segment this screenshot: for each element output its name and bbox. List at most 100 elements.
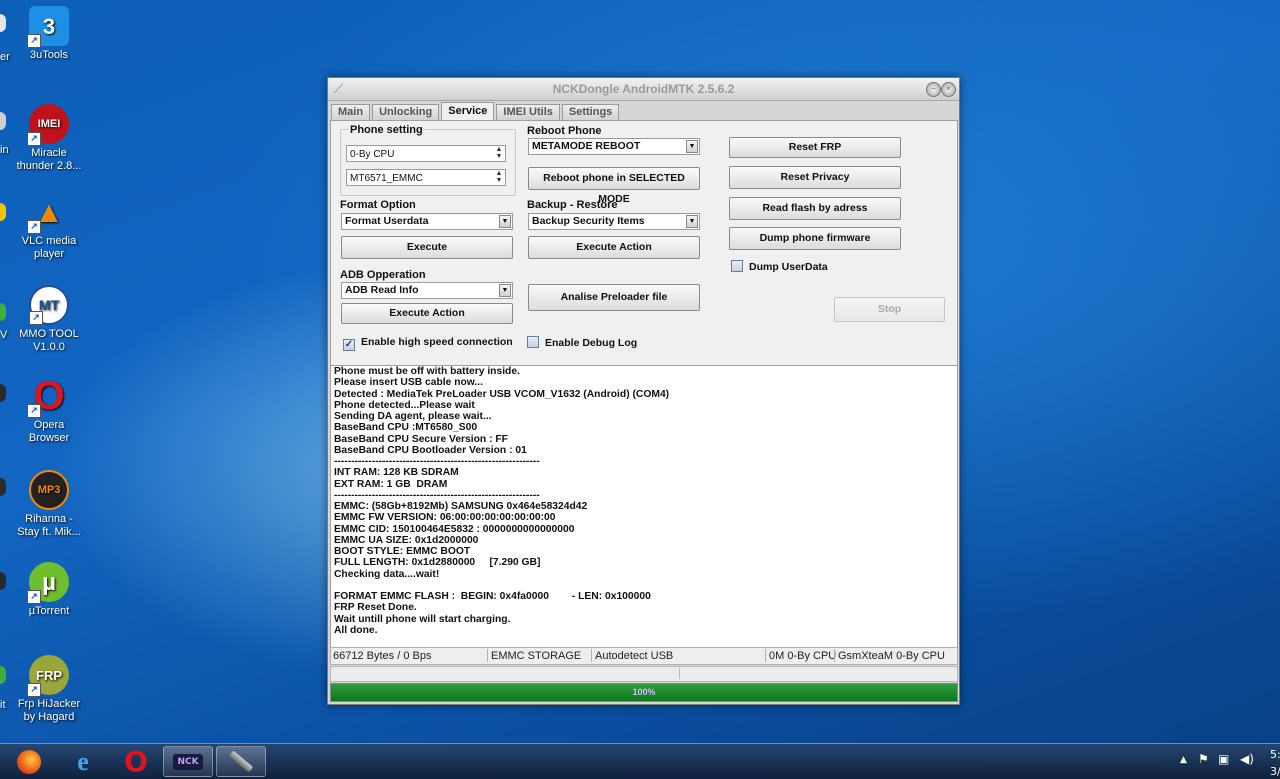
reset-frp-button[interactable]: Reset FRP (729, 137, 901, 158)
desktop-icon-label: µTorrent (28, 605, 70, 617)
desktop-icon-miracle[interactable]: IMEI ↗ Miracle thunder 2.8... (16, 104, 82, 173)
reboot-mode-value: METAMODE REBOOT (532, 140, 641, 152)
adb-operation-select[interactable]: ADB Read Info ▼ (341, 282, 513, 299)
partial-icon (0, 478, 6, 496)
taskbar-opera[interactable]: O (111, 745, 161, 778)
log-line: FULL LENGTH: 0x1d2880000 [7.290 GB] (334, 557, 541, 569)
checkbox-checked-icon[interactable]: ✓ (343, 339, 355, 351)
log-line: Sending DA agent, please wait... (334, 411, 492, 422)
checkbox-unchecked-icon[interactable] (527, 336, 539, 348)
chevron-down-icon[interactable]: ▼ (686, 215, 698, 228)
high-speed-connection-checkbox[interactable]: ✓ Enable high speed connection (343, 336, 513, 351)
log-line: BaseBand CPU :MT6580_S00 (334, 422, 478, 434)
adb-execute-action-button[interactable]: Execute Action (341, 303, 513, 324)
show-hidden-icons-icon[interactable]: ▲ (1180, 755, 1187, 765)
log-line: INT RAM: 128 KB SDRAM (334, 467, 459, 479)
frp-hijacker-icon: FRP ↗ (27, 655, 69, 697)
chevron-down-icon[interactable]: ▼ (499, 284, 511, 297)
clock[interactable]: 5: 3/ (1270, 748, 1280, 778)
close-icon[interactable]: × (941, 82, 956, 97)
dump-userdata-checkbox[interactable]: Dump UserData (731, 260, 828, 274)
reboot-selected-mode-button[interactable]: Reboot phone in SELECTED MODE (528, 167, 700, 205)
log-line: Phone must be off with battery inside. (334, 366, 520, 377)
format-option-select[interactable]: Format Userdata ▼ (341, 213, 513, 230)
desktop-icon-3utools[interactable]: 3 ↗ 3uTools (16, 6, 82, 62)
read-flash-by-address-button[interactable]: Read flash by adress (729, 197, 901, 220)
debug-log-label: Enable Debug Log (545, 337, 638, 349)
partial-icon-label: in (0, 144, 9, 156)
backup-restore-select[interactable]: Backup Security Items ▼ (528, 213, 700, 230)
desktop-icon-frp-hijacker[interactable]: FRP ↗ Frp HiJacker by Hagard (16, 655, 82, 724)
taskbar-internet-explorer[interactable]: e (58, 746, 108, 777)
spinner-arrows-icon[interactable]: ▲ ▼ (494, 146, 504, 160)
firefox-icon (17, 749, 41, 774)
vlc-cone-icon: ▲ ↗ (27, 192, 69, 234)
tool-icon (228, 750, 254, 773)
partial-icon (0, 203, 6, 221)
tab-settings[interactable]: Settings (561, 104, 620, 120)
volume-icon[interactable]: ◀) (1240, 752, 1254, 766)
cpu-model-spinner[interactable]: MT6571_EMMC ▲ ▼ (346, 169, 506, 186)
desktop-icon-label: 3uTools (30, 49, 68, 61)
log-line: Wait untill phone will start charging. (334, 613, 511, 625)
log-output[interactable]: Phone must be off with battery inside. Pl… (330, 365, 958, 648)
analise-preloader-button[interactable]: Analise Preloader file (528, 284, 700, 311)
cpu-model-value: MT6571_EMMC (350, 173, 423, 184)
desktop-icon-label: Rihanna - Stay ft. Mik... (17, 513, 81, 538)
desktop-icon-rihanna[interactable]: MP3 Rihanna - Stay ft. Mik... (16, 470, 82, 539)
debug-log-checkbox[interactable]: Enable Debug Log (527, 336, 637, 350)
partial-icon (0, 384, 6, 402)
minimize-icon[interactable]: – (926, 82, 941, 97)
log-line: Phone detected...Please wait (334, 399, 475, 411)
format-option-value: Format Userdata (345, 215, 429, 227)
tab-unlocking[interactable]: Unlocking (372, 104, 440, 120)
log-line: BOOT STYLE: EMMC BOOT (334, 546, 471, 557)
log-line: Checking data....wait! (334, 568, 440, 580)
taskbar-nck-dongle[interactable]: NCK (163, 746, 213, 777)
stop-button[interactable]: Stop (834, 297, 945, 322)
partial-icon (0, 303, 6, 321)
desktop-icon-vlc[interactable]: ▲ ↗ VLC media player (16, 192, 82, 261)
main-progress-bar: 100% (330, 683, 958, 702)
network-icon[interactable]: ▣ (1218, 752, 1229, 766)
partial-icon (0, 572, 6, 590)
progress-divider (679, 668, 680, 679)
desktop-icon-label: Opera Browser (28, 419, 70, 444)
title-bar[interactable]: ⟋ NCKDongle AndroidMTK 2.5.6.2 – × (328, 78, 959, 101)
tab-imei-utils[interactable]: IMEI Utils (496, 104, 560, 120)
desktop-icon-utorrent[interactable]: µ ↗ µTorrent (16, 562, 82, 618)
reboot-mode-select[interactable]: METAMODE REBOOT ▼ (528, 138, 700, 155)
desktop-icon-label: VLC media player (21, 235, 77, 260)
clock-time: 5: (1270, 748, 1280, 761)
reset-privacy-button[interactable]: Reset Privacy (729, 166, 901, 189)
log-line: Detected : MediaTek PreLoader USB VCOM_V… (334, 388, 670, 400)
desktop-icon-opera[interactable]: O ↗ Opera Browser (16, 376, 82, 445)
taskbar-firefox[interactable] (4, 746, 54, 777)
spinner-arrows-icon[interactable]: ▲ ▼ (494, 170, 504, 184)
log-line: EMMC FW VERSION: 06:00:00:00:00:00:00:00 (334, 512, 556, 524)
status-divider (591, 649, 592, 662)
adb-operation-label: ADB Opperation (340, 269, 426, 281)
status-divider (834, 649, 835, 662)
format-execute-button[interactable]: Execute (341, 236, 513, 259)
backup-execute-action-button[interactable]: Execute Action (528, 236, 700, 259)
desktop-icon-mmo[interactable]: MT ↗ MMO TOOL V1.0.0 (16, 285, 82, 354)
tab-service[interactable]: Service (441, 102, 495, 120)
dump-phone-firmware-button[interactable]: Dump phone firmware (729, 227, 901, 250)
nck-dongle-window: ⟋ NCKDongle AndroidMTK 2.5.6.2 – × Main … (327, 77, 960, 705)
partial-icon-label: it (0, 699, 6, 711)
opera-icon: O (124, 745, 148, 778)
log-line: EMMC: (58Gb+8192Mb) SAMSUNG 0x464e58324d… (334, 501, 588, 512)
chevron-down-icon[interactable]: ▼ (499, 215, 511, 228)
taskbar-tool[interactable] (216, 746, 266, 777)
desktop-icon-label: Miracle thunder 2.8... (16, 147, 82, 172)
flag-icon[interactable]: ⚑ (1198, 752, 1209, 766)
chevron-down-icon[interactable]: ▼ (686, 140, 698, 153)
checkbox-unchecked-icon[interactable] (731, 260, 743, 272)
phone-setting-label: Phone setting (348, 124, 425, 136)
tab-main[interactable]: Main (331, 104, 371, 120)
cpu-brand-spinner[interactable]: 0-By CPU ▲ ▼ (346, 145, 506, 162)
status-bar: 66712 Bytes / 0 Bps EMMC STORAGE Autodet… (330, 647, 958, 665)
tab-strip: Main Unlocking Service IMEI Utils Settin… (331, 102, 621, 120)
